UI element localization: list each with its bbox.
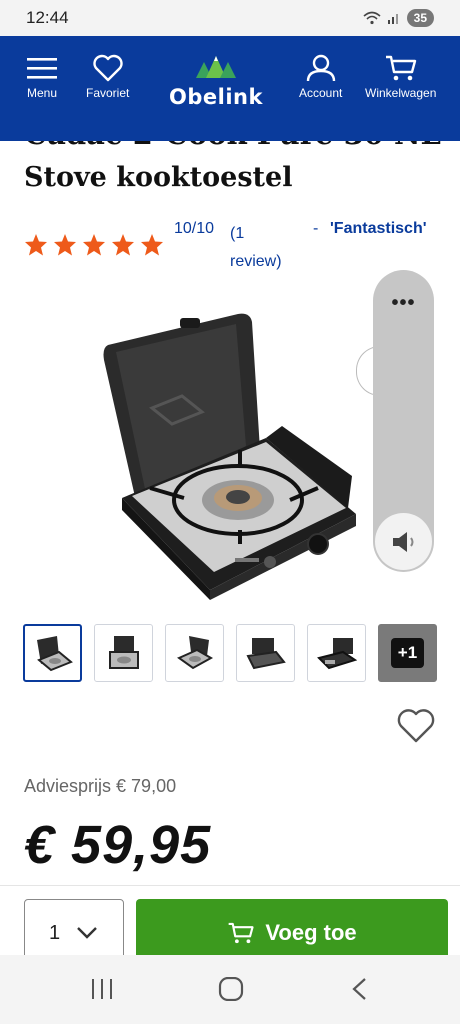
status-bar: 12:44 35 <box>0 0 460 36</box>
status-time: 12:44 <box>26 8 69 27</box>
rating-score[interactable]: 10/10 <box>174 220 214 238</box>
star-icon <box>112 234 134 256</box>
product-title: Stove kooktoestel <box>24 162 293 193</box>
quantity-value: 1 <box>49 921 61 944</box>
sound-button[interactable] <box>375 513 432 570</box>
thumbnail-strip: +1 <box>23 624 437 682</box>
account-button[interactable]: Account <box>299 54 342 100</box>
back-button[interactable] <box>350 977 368 1006</box>
add-to-cart-label: Voeg toe <box>265 920 357 945</box>
rating-verdict: 'Fantastisch' <box>330 220 427 237</box>
menu-icon <box>27 58 57 79</box>
thumbnail-4[interactable] <box>236 624 295 682</box>
home-button[interactable] <box>218 976 244 1006</box>
thumbnail-image <box>316 638 357 670</box>
chevron-down-icon <box>77 927 97 939</box>
speaker-icon <box>392 531 413 552</box>
star-icon <box>83 234 105 256</box>
favorites-label: Favoriet <box>86 86 130 100</box>
more-icon[interactable]: ••• <box>373 292 434 315</box>
recent-apps-button[interactable] <box>90 977 114 1006</box>
battery-indicator: 35 <box>406 9 434 27</box>
system-nav-bar <box>0 955 460 1024</box>
list-price: Adviesprijs € 79,00 <box>24 776 177 796</box>
logo-trees-icon <box>196 56 236 78</box>
thumbnail-image <box>176 636 213 670</box>
thumbnail-image <box>108 636 139 669</box>
thumbnail-3[interactable] <box>165 624 224 682</box>
thumbnail-image <box>36 636 73 672</box>
obelink-logo[interactable]: Obelink <box>166 54 266 109</box>
product-title-line-1: Cadac 2-Cook Pure 30 NL <box>24 141 441 151</box>
heart-icon <box>92 54 123 82</box>
cart-icon <box>229 922 254 944</box>
buy-bar: 1 Voeg toe <box>0 885 460 967</box>
wifi-icon <box>363 11 381 25</box>
thumbnail-5[interactable] <box>307 624 366 682</box>
cart-icon <box>385 55 416 81</box>
thumbnail-image <box>245 638 286 670</box>
status-icons: 35 <box>363 9 434 27</box>
product-image[interactable] <box>90 300 370 600</box>
heart-icon <box>397 709 435 743</box>
thumbnail-2[interactable] <box>94 624 153 682</box>
review-count-link[interactable]: (1 review) <box>230 220 300 276</box>
signal-icon <box>387 14 398 24</box>
more-images-badge: +1 <box>390 638 425 668</box>
product-title-cut-off: Cadac 2-Cook Pure 30 NL <box>24 141 444 155</box>
account-label: Account <box>299 86 343 100</box>
star-icon <box>25 234 47 256</box>
thumbnail-more[interactable]: +1 <box>378 624 437 682</box>
star-icon <box>141 234 163 256</box>
sale-price: € 59,95 <box>24 815 212 875</box>
app-header: Menu Favoriet Obelink Account Winkelwage… <box>0 36 460 141</box>
floating-panel[interactable]: ••• <box>373 270 434 572</box>
star-icon <box>54 234 76 256</box>
recent-apps-icon <box>92 979 112 999</box>
user-icon <box>306 54 335 82</box>
rating-separator: - <box>313 220 319 237</box>
rating-stars[interactable] <box>24 233 164 256</box>
favorites-button[interactable]: Favoriet <box>86 54 129 100</box>
menu-button[interactable]: Menu <box>26 54 58 100</box>
wishlist-button[interactable] <box>396 708 436 749</box>
thumbnail-1[interactable] <box>23 624 82 682</box>
cart-button[interactable]: Winkelwagen <box>365 54 436 100</box>
back-icon <box>352 978 366 1000</box>
menu-label: Menu <box>26 86 58 100</box>
home-icon <box>218 976 244 1002</box>
logo-text: Obelink <box>169 85 263 109</box>
cart-label: Winkelwagen <box>365 86 437 100</box>
